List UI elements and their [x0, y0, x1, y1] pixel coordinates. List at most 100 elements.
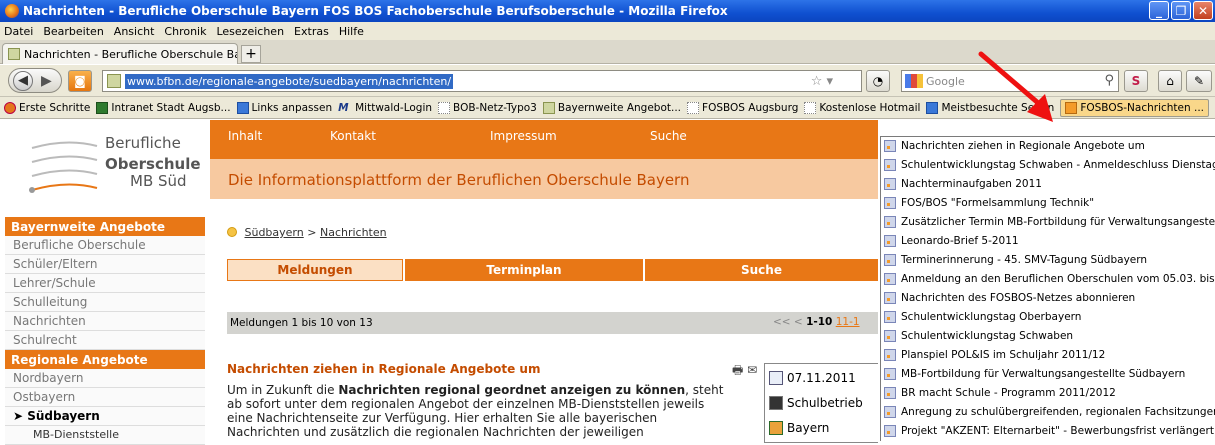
- bookmark-erste-schritte[interactable]: Erste Schritte: [4, 101, 90, 114]
- feed-item[interactable]: Zusätzlicher Termin MB-Fortbildung für V…: [881, 213, 1215, 232]
- breadcrumb-bullet-icon: [227, 227, 237, 237]
- sidebar-item-lehrer-schule[interactable]: Lehrer/Schule: [5, 274, 205, 293]
- site-logo[interactable]: Berufliche Oberschule MB Süd: [5, 128, 201, 204]
- sidebar-item-schulrecht[interactable]: Schulrecht: [5, 331, 205, 350]
- intranet-icon: [96, 101, 109, 114]
- search-magnifier-icon[interactable]: ⚲: [1104, 73, 1114, 88]
- feed-item[interactable]: Nachrichten ziehen in Regionale Angebote…: [881, 137, 1215, 156]
- navigation-bar: ◀ ▶ ◙ www.bfbn.de/regionale-angebote/sue…: [0, 65, 1215, 97]
- article-actions: 🖶 ✉: [732, 361, 757, 382]
- sidebar-item-nordbayern[interactable]: Nordbayern: [5, 369, 205, 388]
- sidebar-heading-bayernweite[interactable]: Bayernweite Angebote: [5, 217, 205, 236]
- breadcrumb-nachrichten[interactable]: Nachrichten: [320, 226, 387, 239]
- sidebar-item-mb-dienststelle[interactable]: MB-Dienststelle: [5, 426, 205, 445]
- bookmark-fosbos-augsburg[interactable]: FOSBOS Augsburg: [687, 101, 798, 114]
- feed-item-icon: [884, 178, 896, 190]
- page-favicon-icon: [8, 48, 20, 60]
- paging-prev[interactable]: << <: [773, 316, 803, 328]
- breadcrumb-suedbayern[interactable]: Südbayern: [245, 226, 304, 239]
- feed-item-icon: [884, 216, 896, 228]
- sidebar-item-berufliche-oberschule[interactable]: Berufliche Oberschule: [5, 236, 205, 255]
- region-icon: [769, 420, 783, 435]
- sidebar-heading-regionale[interactable]: Regionale Angebote: [5, 350, 205, 369]
- rss-feed-icon[interactable]: ◙: [68, 70, 92, 92]
- close-button[interactable]: ✕: [1193, 1, 1213, 20]
- feed-item[interactable]: Schulentwicklungstag Oberbayern: [881, 308, 1215, 327]
- bookmark-fosbos-nachrichten[interactable]: FOSBOS-Nachrichten ...: [1060, 98, 1209, 117]
- feed-item[interactable]: Nachrichten des FOSBOS-Netzes abonnieren: [881, 289, 1215, 308]
- sidebar-item-ostbayern[interactable]: Ostbayern: [5, 388, 205, 407]
- bookmark-bayernweite[interactable]: Bayernweite Angebot...: [542, 101, 681, 114]
- feed-item[interactable]: Schulentwicklungstag Schwaben: [881, 327, 1215, 346]
- feed-item[interactable]: Projekt "AKZENT: Elternarbeit" - Bewerbu…: [881, 422, 1215, 441]
- menu-extras[interactable]: Extras: [294, 25, 329, 38]
- search-input[interactable]: Google ⚲: [901, 70, 1119, 92]
- bookmarks-toolbar: Erste Schritte Intranet Stadt Augsb... L…: [0, 97, 1215, 119]
- tab-terminplan[interactable]: Terminplan: [405, 259, 643, 281]
- live-bookmark-icon: [1065, 101, 1078, 114]
- email-icon[interactable]: ✉: [747, 363, 757, 377]
- menu-ansicht[interactable]: Ansicht: [114, 25, 155, 38]
- feed-item[interactable]: Nachterminaufgaben 2011: [881, 175, 1215, 194]
- menu-lesezeichen[interactable]: Lesezeichen: [216, 25, 284, 38]
- bookmark-hotmail[interactable]: Kostenlose Hotmail: [804, 101, 920, 114]
- sidebar-item-suedbayern[interactable]: ➤ Südbayern: [5, 407, 205, 426]
- page-icon: [804, 101, 817, 114]
- paging-next[interactable]: 11-1: [836, 316, 860, 328]
- new-tab-button[interactable]: +: [241, 45, 261, 63]
- feed-item-icon: [884, 406, 896, 418]
- menu-chronik[interactable]: Chronik: [164, 25, 206, 38]
- sidebar: Bayernweite Angebote Berufliche Oberschu…: [5, 217, 205, 445]
- nav-kontakt[interactable]: Kontakt: [330, 129, 376, 143]
- sidebar-item-nachrichten[interactable]: Nachrichten: [5, 312, 205, 331]
- google-engine-icon[interactable]: [905, 74, 923, 88]
- logo-lines-icon: [29, 141, 98, 193]
- nav-impressum[interactable]: Impressum: [490, 129, 557, 143]
- menu-hilfe[interactable]: Hilfe: [339, 25, 364, 38]
- article-title[interactable]: Nachrichten ziehen in Regionale Angebote…: [227, 362, 540, 376]
- bookmark-meistbesuchte[interactable]: Meistbesuchte Seiten: [926, 101, 1054, 114]
- print-icon[interactable]: 🖶: [732, 363, 743, 377]
- bookmark-links-anpassen[interactable]: Links anpassen: [236, 101, 332, 114]
- bookmark-star-icon[interactable]: ☆ ▾: [811, 74, 833, 89]
- paging-text: Meldungen 1 bis 10 von 13: [230, 317, 373, 329]
- sidebar-item-schulleitung[interactable]: Schulleitung: [5, 293, 205, 312]
- feed-item[interactable]: FOS/BOS "Formelsammlung Technik": [881, 194, 1215, 213]
- feed-item[interactable]: Terminerinnerung - 45. SMV-Tagung Südbay…: [881, 251, 1215, 270]
- page-icon: [438, 101, 451, 114]
- url-text[interactable]: www.bfbn.de/regionale-angebote/suedbayer…: [125, 73, 454, 89]
- feed-item[interactable]: Anregung zu schulübergreifenden, regiona…: [881, 403, 1215, 422]
- feed-item[interactable]: Planspiel POL&IS im Schuljahr 2011/12: [881, 346, 1215, 365]
- url-bar[interactable]: www.bfbn.de/regionale-angebote/suedbayer…: [102, 70, 862, 92]
- feed-item[interactable]: Anmeldung an den Beruflichen Oberschulen…: [881, 270, 1215, 289]
- feed-item-icon: [884, 235, 896, 247]
- back-button[interactable]: ◀: [13, 70, 33, 91]
- page-icon: [542, 101, 555, 114]
- sidebar-item-schueler-eltern[interactable]: Schüler/Eltern: [5, 255, 205, 274]
- window-titlebar: Nachrichten - Berufliche Oberschule Baye…: [0, 0, 1215, 22]
- tab-meldungen[interactable]: Meldungen: [227, 259, 403, 281]
- feed-item[interactable]: BR macht Schule - Programm 2011/2012: [881, 384, 1215, 403]
- bookmark-bob-netz[interactable]: BOB-Netz-Typo3: [438, 101, 537, 114]
- feed-item[interactable]: Schulentwicklungstag Schwaben - Anmeldes…: [881, 156, 1215, 175]
- book-icon: [769, 395, 783, 410]
- feed-item[interactable]: MB-Fortbildung für Verwaltungsangestellt…: [881, 365, 1215, 384]
- tab-suche[interactable]: Suche: [645, 259, 878, 281]
- bookmark-mittwald-login[interactable]: M Mittwald-Login: [338, 102, 432, 114]
- feed-item-icon: [884, 140, 896, 152]
- feed-item[interactable]: Leonardo-Brief 5-2011: [881, 232, 1215, 251]
- nav-inhalt[interactable]: Inhalt: [228, 129, 262, 143]
- forward-button[interactable]: ▶: [41, 73, 52, 89]
- tools-icon[interactable]: ✎: [1186, 70, 1212, 92]
- bookmark-intranet[interactable]: Intranet Stadt Augsb...: [96, 101, 231, 114]
- nav-suche[interactable]: Suche: [650, 129, 687, 143]
- feed-button[interactable]: ◔: [866, 70, 890, 92]
- browser-tab[interactable]: Nachrichten - Berufliche Oberschule Baye…: [2, 43, 238, 64]
- addon-s-icon[interactable]: S: [1124, 70, 1148, 92]
- menu-bearbeiten[interactable]: Bearbeiten: [43, 25, 103, 38]
- maximize-button[interactable]: ❐: [1171, 1, 1191, 20]
- content-tabs: Meldungen Terminplan Suche: [227, 259, 878, 281]
- home-icon[interactable]: ⌂: [1158, 70, 1182, 92]
- menu-datei[interactable]: Datei: [4, 25, 33, 38]
- minimize-button[interactable]: _: [1149, 1, 1169, 20]
